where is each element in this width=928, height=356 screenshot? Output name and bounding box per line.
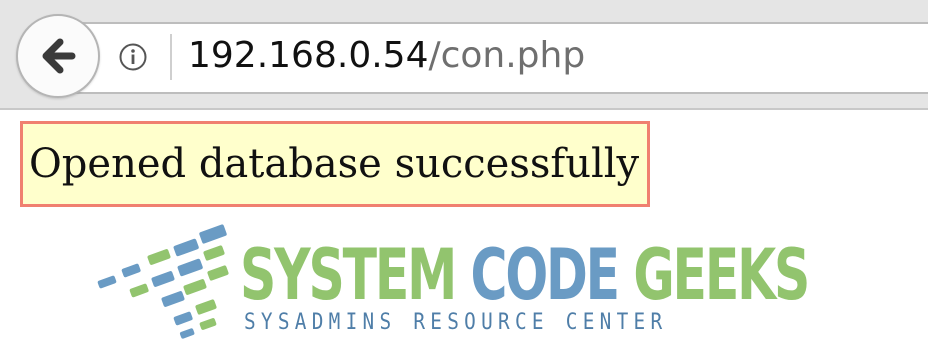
url-host: 192.168.0.54 bbox=[188, 35, 429, 76]
info-icon[interactable] bbox=[118, 42, 148, 72]
logo-subtitle: SYSADMINS RESOURCE CENTER bbox=[244, 310, 668, 335]
logo-mark-icon bbox=[97, 224, 229, 339]
logo-title: SYSTEM CODE GEEKS bbox=[240, 234, 810, 316]
logo-word-geeks: GEEKS bbox=[633, 234, 810, 316]
arrow-left-icon bbox=[42, 38, 76, 74]
url-separator bbox=[170, 34, 172, 80]
back-button[interactable] bbox=[16, 14, 100, 98]
status-message: Opened database successfully bbox=[20, 121, 650, 207]
url-text[interactable]: 192.168.0.54/con.php bbox=[188, 31, 585, 81]
logo-word-system: SYSTEM bbox=[240, 234, 457, 316]
browser-toolbar: 192.168.0.54/con.php bbox=[0, 0, 928, 110]
url-path: /con.php bbox=[428, 35, 586, 76]
site-logo: SYSTEM CODE GEEKS SYSADMINS RESOURCE CEN… bbox=[92, 222, 810, 356]
logo-word-code: CODE bbox=[470, 234, 620, 316]
